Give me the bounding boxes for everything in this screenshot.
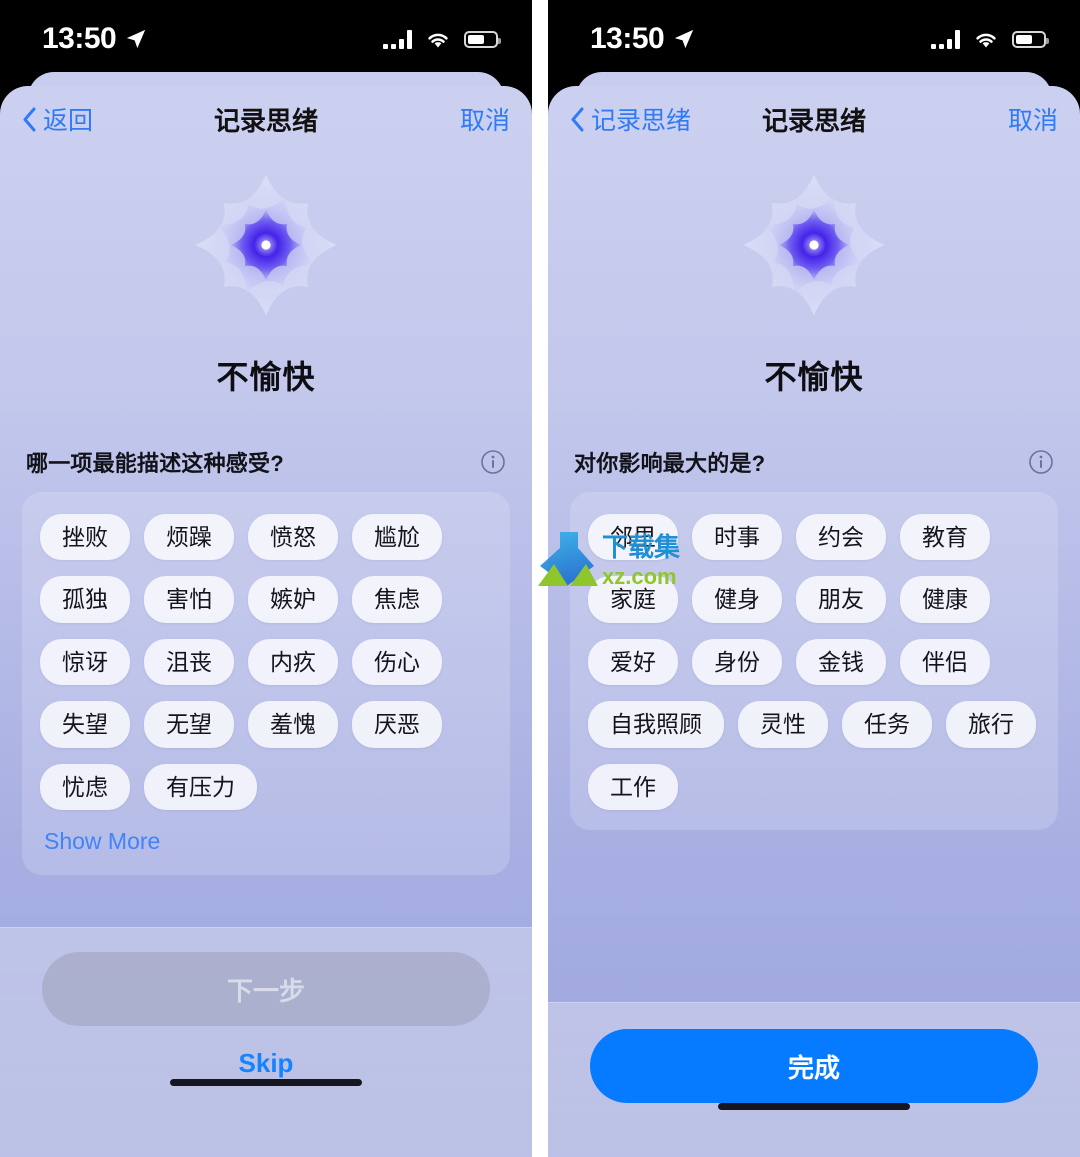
status-bar-left: 13:50 bbox=[0, 0, 532, 78]
show-more-button[interactable]: Show More bbox=[40, 828, 492, 855]
question-text: 哪一项最能描述这种感受? bbox=[26, 451, 284, 476]
emotion-chip[interactable]: 焦虑 bbox=[352, 576, 442, 623]
battery-icon bbox=[1012, 30, 1049, 48]
impact-chip[interactable]: 伴侣 bbox=[900, 638, 990, 686]
emotion-chip[interactable]: 尴尬 bbox=[352, 514, 442, 561]
emotion-chip[interactable]: 有压力 bbox=[144, 763, 257, 811]
modal-sheet-right: 记录思绪 记录思绪 取消 不愉快 对你影响最大的是? 邻里 时事 约会 教育 家… bbox=[548, 86, 1080, 1157]
status-bar-left-group: 13:50 bbox=[590, 22, 695, 56]
info-circle-icon[interactable] bbox=[480, 449, 506, 475]
mood-label: 不愉快 bbox=[216, 359, 316, 395]
emotion-chip[interactable]: 嫉妒 bbox=[248, 576, 338, 623]
impact-chip[interactable]: 家庭 bbox=[588, 576, 678, 623]
status-bar-right-group bbox=[383, 29, 501, 49]
home-indicator[interactable] bbox=[718, 1103, 910, 1110]
impact-chip[interactable]: 健康 bbox=[900, 576, 990, 623]
impact-chips-panel: 邻里 时事 约会 教育家庭 健身 朋友 健康爱好 身份 金钱 伴侣自我照顾 灵性 任务 旅行工作 bbox=[570, 492, 1058, 831]
emotion-chip[interactable]: 愤怒 bbox=[248, 514, 338, 561]
impact-chip[interactable]: 健身 bbox=[692, 576, 782, 623]
impact-chip[interactable]: 工作 bbox=[588, 763, 678, 811]
sheet-body-right: 不愉快 对你影响最大的是? 邻里 时事 约会 教育家庭 健身 朋友 健康爱好 身份 金钱 伴侣自我… bbox=[548, 152, 1080, 1002]
impact-chip[interactable]: 朋友 bbox=[796, 576, 886, 623]
emotion-chip[interactable]: 害怕 bbox=[144, 576, 234, 623]
footer-left: 下一步 Skip bbox=[0, 927, 532, 1157]
back-button[interactable]: 返回 bbox=[22, 101, 93, 137]
emotion-chip[interactable]: 伤心 bbox=[352, 638, 442, 686]
emotion-chip[interactable]: 忧虑 bbox=[40, 763, 130, 811]
location-arrow-icon bbox=[675, 29, 694, 49]
back-button[interactable]: 记录思绪 bbox=[570, 101, 691, 137]
emotion-chip[interactable]: 惊讶 bbox=[40, 638, 130, 686]
impact-chip-list: 邻里 时事 约会 教育家庭 健身 朋友 健康爱好 身份 金钱 伴侣自我照顾 灵性 任务 旅行工作 bbox=[588, 514, 1040, 811]
emotion-chip[interactable]: 烦躁 bbox=[144, 514, 234, 561]
cancel-button[interactable]: 取消 bbox=[1008, 101, 1058, 137]
status-bar-left-group: 13:50 bbox=[42, 22, 147, 56]
question-text: 对你影响最大的是? bbox=[574, 451, 766, 476]
impact-chip[interactable]: 旅行 bbox=[946, 701, 1036, 748]
emotion-chips-panel: 挫败 烦躁 愤怒 尴尬孤独 害怕 嫉妒 焦虑惊讶 沮丧 内疚 伤心失望 无望 羞愧 厌恶忧虑 有压力 Sh… bbox=[22, 492, 510, 876]
impact-chip[interactable]: 自我照顾 bbox=[588, 701, 724, 748]
sheet-body-left: 不愉快 哪一项最能描述这种感受? 挫败 烦躁 愤怒 尴尬孤独 害怕 嫉妒 焦虑惊讶 沮丧 内疚伤… bbox=[0, 152, 532, 927]
location-arrow-icon bbox=[127, 29, 146, 49]
impact-chip[interactable]: 爱好 bbox=[588, 638, 678, 686]
footer-right: 完成 bbox=[548, 1002, 1080, 1157]
impact-chip[interactable]: 教育 bbox=[900, 514, 990, 561]
phone-screenshot-left: 13:50 返回 记录思绪 取消 不愉快 哪一项最能描述这种感受? 挫败 烦躁 … bbox=[0, 0, 532, 1157]
back-button-label: 返回 bbox=[43, 107, 94, 135]
impact-chip[interactable]: 时事 bbox=[692, 514, 782, 561]
status-bar-right-group bbox=[931, 29, 1049, 49]
mood-label: 不愉快 bbox=[764, 359, 864, 395]
mood-flower-icon bbox=[195, 174, 337, 316]
emotion-chip[interactable]: 无望 bbox=[144, 701, 234, 748]
modal-sheet-left: 返回 记录思绪 取消 不愉快 哪一项最能描述这种感受? 挫败 烦躁 愤怒 尴尬 … bbox=[0, 86, 532, 1157]
impact-chip[interactable]: 灵性 bbox=[738, 701, 828, 748]
wifi-icon bbox=[976, 33, 996, 47]
emotion-chip[interactable]: 沮丧 bbox=[144, 638, 234, 686]
chevron-left-icon bbox=[571, 107, 584, 131]
status-time: 13:50 bbox=[42, 22, 117, 55]
cancel-button[interactable]: 取消 bbox=[460, 101, 510, 137]
chevron-left-icon bbox=[23, 107, 36, 131]
nav-bar-left: 返回 记录思绪 取消 bbox=[0, 86, 532, 152]
impact-chip[interactable]: 邻里 bbox=[588, 514, 678, 561]
impact-chip[interactable]: 约会 bbox=[796, 514, 886, 561]
question-row-right: 对你影响最大的是? bbox=[570, 446, 1058, 478]
question-row-left: 哪一项最能描述这种感受? bbox=[22, 446, 510, 478]
wifi-icon bbox=[428, 33, 448, 47]
info-circle-icon[interactable] bbox=[1028, 449, 1054, 475]
impact-chip[interactable]: 身份 bbox=[692, 638, 782, 686]
cellular-signal-icon bbox=[383, 29, 412, 49]
status-time: 13:50 bbox=[590, 22, 665, 55]
emotion-chip[interactable]: 孤独 bbox=[40, 576, 130, 623]
home-indicator-area bbox=[42, 1079, 490, 1157]
skip-button[interactable]: Skip bbox=[239, 1048, 294, 1079]
impact-chip[interactable]: 金钱 bbox=[796, 638, 886, 686]
home-indicator[interactable] bbox=[170, 1079, 362, 1086]
phone-screenshot-right: 13:50 记录思绪 记录思绪 取消 不愉快 对你影响最大的是? 邻里 时事 约… bbox=[548, 0, 1080, 1157]
emotion-chip[interactable]: 挫败 bbox=[40, 514, 130, 561]
impact-chip[interactable]: 任务 bbox=[842, 701, 932, 748]
next-button[interactable]: 下一步 bbox=[42, 952, 490, 1026]
emotion-chip[interactable]: 羞愧 bbox=[248, 701, 338, 748]
dual-screenshot-stage: 13:50 返回 记录思绪 取消 不愉快 哪一项最能描述这种感受? 挫败 烦躁 … bbox=[0, 0, 1080, 1157]
mood-header-left: 不愉快 bbox=[22, 152, 510, 398]
emotion-chip[interactable]: 厌恶 bbox=[352, 701, 442, 748]
mood-header-right: 不愉快 bbox=[570, 152, 1058, 398]
cellular-signal-icon bbox=[931, 29, 960, 49]
status-bar-right: 13:50 bbox=[548, 0, 1080, 78]
mood-flower-icon bbox=[743, 174, 885, 316]
done-button[interactable]: 完成 bbox=[590, 1029, 1038, 1103]
back-button-label: 记录思绪 bbox=[591, 107, 692, 135]
emotion-chip[interactable]: 内疚 bbox=[248, 638, 338, 686]
emotion-chip[interactable]: 失望 bbox=[40, 701, 130, 748]
emotion-chip-list: 挫败 烦躁 愤怒 尴尬孤独 害怕 嫉妒 焦虑惊讶 沮丧 内疚 伤心失望 无望 羞愧 厌恶忧虑 有压力 bbox=[40, 514, 492, 811]
home-indicator-area bbox=[590, 1103, 1038, 1157]
nav-bar-right: 记录思绪 记录思绪 取消 bbox=[548, 86, 1080, 152]
battery-icon bbox=[464, 30, 501, 48]
